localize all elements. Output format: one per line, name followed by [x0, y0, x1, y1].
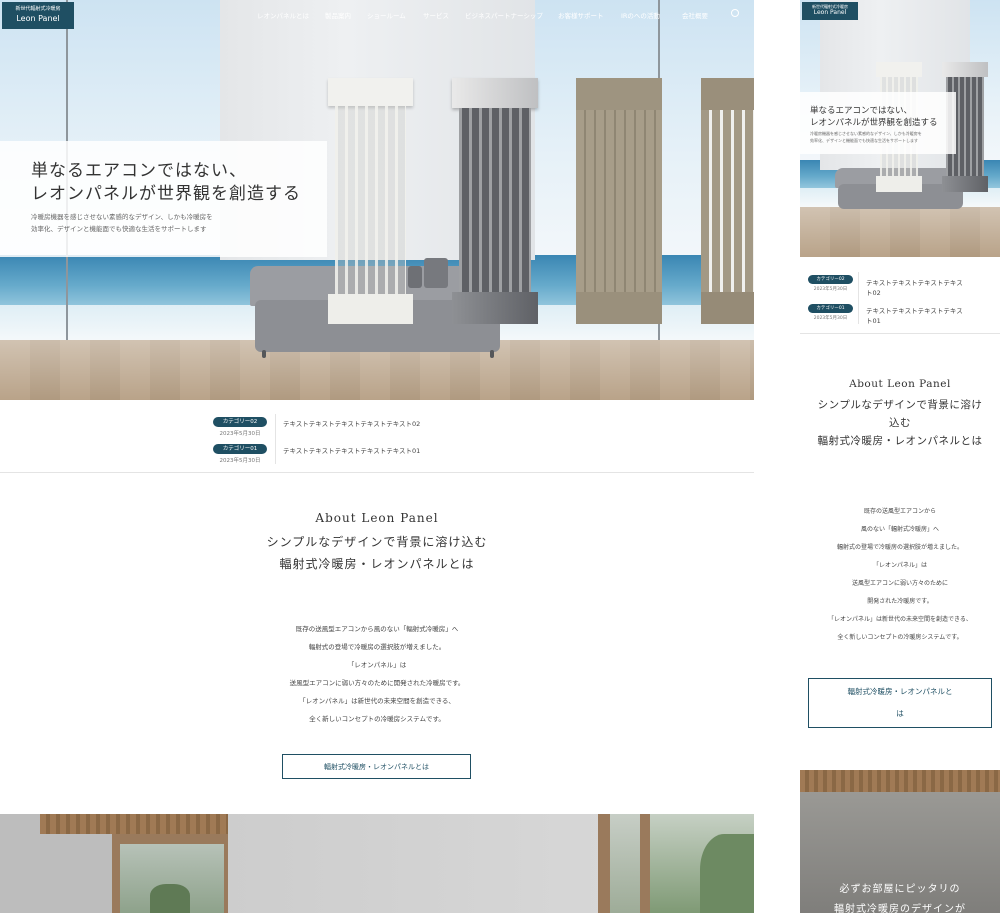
nav-service[interactable]: サービス	[423, 10, 449, 20]
hero-title-line1: 単なるエアコンではない、	[31, 161, 247, 181]
mobile-hero-sub-line2: 効率化、デザインと機能面でも快適な生活をサポートします	[810, 138, 918, 143]
mobile-about-body-line: 送風型エアコンに弱い方々のために	[851, 580, 948, 587]
news-category-badge: カテゴリー01	[808, 304, 853, 313]
news-text[interactable]: テキストテキストテキストテキストテキスト01	[283, 445, 420, 455]
mobile-hero-sub-line1: 冷暖房機器を感じさせない素感的なデザイン、しかも冷暖房を	[810, 131, 922, 136]
mobile-about-body-line: 風のない「輻射式冷暖房」へ	[860, 526, 939, 533]
mobile-hero-image	[800, 0, 1000, 257]
mobile-about-body-line: 「レオンパネル」は新世代の未来空間を創造できる、	[828, 616, 972, 623]
about-body-line: 送風型エアコンに弱い方々のために開発された冷暖房です。	[289, 679, 465, 687]
news-category-badge: カテゴリー02	[808, 275, 853, 284]
hero-sub-line1: 冷暖房機器を感じさせない素感的なデザイン、しかも冷暖房を	[31, 213, 213, 221]
mobile-about-title-line: シンプルなデザインで背景に溶け	[817, 399, 983, 411]
nav-partnership[interactable]: ビジネスパートナーシップ	[465, 10, 543, 20]
panel-bronze	[576, 78, 662, 324]
site-header: 新世代輻射式冷暖房 Leon Panel レオンパネルとは 製品案内 ショールー…	[0, 0, 754, 30]
mobile-about-body-line: 開発された冷暖房です。	[867, 598, 933, 605]
panel-white	[328, 78, 413, 324]
news-date: 2023年5月30日	[813, 287, 848, 292]
news-separator	[858, 272, 859, 324]
logo-tagline: 新世代輻射式冷暖房	[15, 6, 61, 12]
news-date: 2023年5月30日	[813, 316, 848, 321]
site-logo[interactable]: 新世代輻射式冷暖房 Leon Panel	[2, 2, 74, 29]
logo-tagline: 新世代輻射式冷暖房	[812, 4, 848, 9]
button-label-line1: 輻射式冷暖房・レオンパネルと	[847, 687, 953, 696]
logo-brand: Leon Panel	[16, 14, 60, 23]
desktop-view: 新世代輻射式冷暖房 Leon Panel レオンパネルとは 製品案内 ショールー…	[0, 0, 754, 913]
about-title-line1: シンプルなデザインで背景に溶け込む	[266, 535, 488, 549]
news-category-badge: カテゴリー02	[213, 417, 267, 427]
about-eyebrow: About Leon Panel	[315, 511, 439, 525]
news-category-badge: カテゴリー01	[213, 444, 267, 454]
section-divider	[0, 472, 754, 473]
search-icon[interactable]	[731, 9, 739, 17]
mobile-about-eyebrow: About Leon Panel	[849, 378, 951, 390]
mobile-hero-title-line1: 単なるエアコンではない、	[810, 106, 913, 116]
news-text-line1[interactable]: テキストテキストテキストテキス	[866, 277, 963, 287]
about-link-button[interactable]: 輻射式冷暖房・レオンパネルとは	[282, 754, 471, 779]
nav-support[interactable]: お客様サポート	[558, 10, 604, 20]
nav-ir[interactable]: IRのへの活動	[621, 10, 660, 20]
news-text-line2[interactable]: ト01	[866, 315, 881, 325]
panel-silver	[452, 78, 538, 324]
mobile-view: 新世代輻射式冷暖房 Leon Panel 単なるエアコンではない、 レオンパネル…	[800, 0, 1000, 913]
mobile-about-body-line: 「レオンパネル」は	[872, 562, 927, 569]
button-label-line2: は	[896, 709, 904, 718]
mobile-about-body-line: 既存の送風型エアコンから	[863, 508, 936, 515]
mobile-about-body-line: 全く新しいコンセプトの冷暖房システムです。	[837, 634, 963, 641]
nav-showroom[interactable]: ショールーム	[367, 10, 406, 20]
mobile-about-body-line: 輻射式の登場で冷暖房の選択肢が増えました。	[836, 544, 963, 551]
mobile-about-link-button[interactable]: 輻射式冷暖房・レオンパネルと は	[808, 678, 992, 728]
mobile-section2-line2: 輻射式冷暖房のデザインが	[834, 904, 966, 913]
mobile-hero-title-line2: レオンパネルが世界観を創造する	[810, 118, 938, 128]
mobile-about-title-line: 輻射式冷暖房・レオンパネルとは	[817, 435, 983, 447]
news-text[interactable]: テキストテキストテキストテキストテキスト02	[283, 418, 420, 428]
news-date: 2023年5月30日	[219, 458, 261, 464]
about-body-line: 全く新しいコンセプトの冷暖房システムです。	[309, 715, 445, 723]
nav-about[interactable]: レオンパネルとは	[257, 10, 309, 20]
about-body-line: 輻射式の登場で冷暖房の選択肢が増えました。	[308, 643, 446, 651]
panel-bronze-2	[701, 78, 754, 324]
room-image	[0, 814, 754, 913]
mobile-section2-line1: 必ずお部屋にピッタリの	[839, 884, 961, 895]
hero-title-line2: レオンパネルが世界観を創造する	[31, 184, 301, 204]
news-text-line1[interactable]: テキストテキストテキストテキス	[866, 305, 963, 315]
mobile-about-title-line: 込む	[889, 417, 911, 429]
mobile-site-logo[interactable]: 新世代輻射式冷暖房 Leon Panel	[802, 2, 858, 20]
nav-products[interactable]: 製品案内	[325, 10, 351, 20]
about-link-button-label: 輻射式冷暖房・レオンパネルとは	[324, 762, 429, 771]
about-body-line: 「レオンパネル」は新世代の未来空間を創造できる、	[299, 697, 455, 705]
about-title-line2: 輻射式冷暖房・レオンパネルとは	[279, 557, 475, 571]
news-separator	[275, 414, 276, 464]
logo-brand: Leon Panel	[813, 9, 847, 16]
hero-sub-line2: 効率化、デザインと機能面でも快適な生活をサポートします	[31, 225, 207, 233]
news-text-line2[interactable]: ト02	[866, 287, 881, 297]
news-date: 2023年5月30日	[219, 431, 261, 437]
section-divider	[800, 333, 1000, 334]
about-body-line: 「レオンパネル」は	[347, 661, 407, 669]
nav-company[interactable]: 会社概要	[682, 10, 708, 20]
about-body-line: 既存の送風型エアコンから風のない「輻射式冷暖房」へ	[295, 625, 459, 633]
